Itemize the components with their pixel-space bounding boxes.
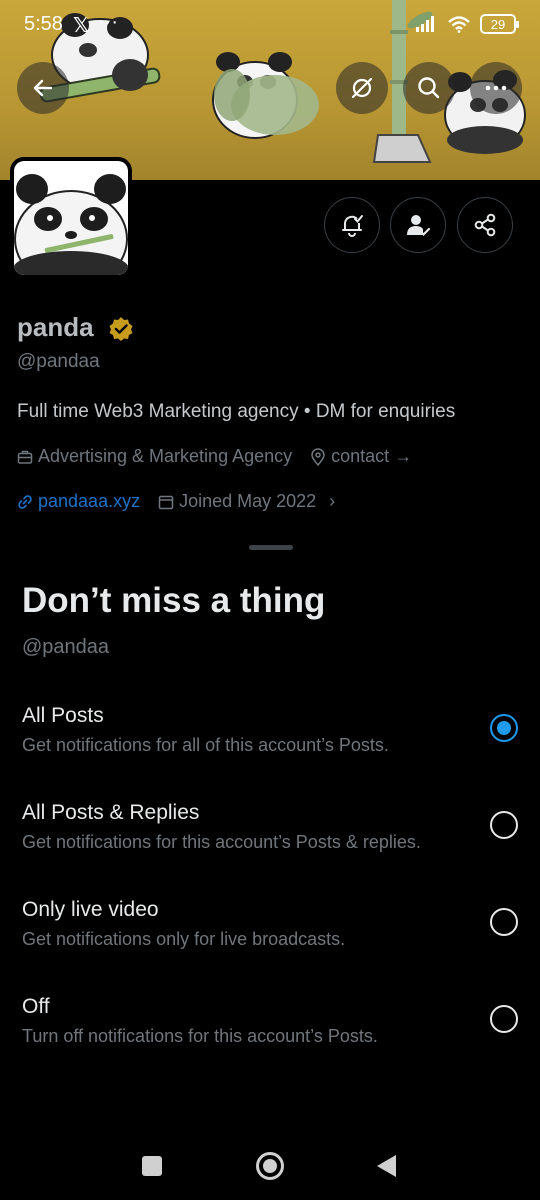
option-title: All Posts & Replies: [22, 801, 200, 824]
status-icons: 29: [416, 14, 519, 34]
arrow-right-icon: →: [394, 446, 413, 466]
verified-badge-icon: [109, 317, 133, 341]
option-all-posts-replies[interactable]: All Posts & Replies Get notifications fo…: [0, 801, 540, 891]
option-description: Get notifications only for live broadcas…: [22, 929, 346, 949]
sheet-handle: @pandaa: [22, 636, 110, 658]
avatar[interactable]: [10, 157, 132, 279]
display-name: panda: [17, 312, 94, 342]
search-icon: [418, 77, 440, 99]
battery-level: 29: [490, 16, 506, 32]
following-button[interactable]: [390, 197, 446, 253]
arrow-left-icon: [33, 79, 53, 97]
share-icon: [474, 213, 496, 237]
grok-button[interactable]: [336, 62, 388, 114]
option-off[interactable]: Off Turn off notifications for this acco…: [0, 995, 540, 1085]
calendar-icon: [158, 495, 174, 509]
home-button[interactable]: [256, 1152, 284, 1180]
search-button[interactable]: [403, 62, 455, 114]
wifi-icon: [448, 15, 470, 33]
option-description: Turn off notifications for this account’…: [22, 1026, 378, 1046]
more-button[interactable]: [470, 62, 522, 114]
profile-bio: Full time Web3 Marketing agency • DM for…: [17, 401, 456, 422]
website-link[interactable]: pandaaa.xyz: [17, 491, 140, 512]
joined-label: Joined May 2022: [179, 491, 317, 511]
radio-button[interactable]: [490, 908, 518, 936]
battery-icon: 29: [480, 14, 519, 34]
joined-date[interactable]: Joined May 2022 ›: [158, 491, 335, 512]
sheet-title: Don’t miss a thing: [22, 581, 326, 620]
profile-handle: @pandaa: [17, 351, 100, 372]
avatar-image: [14, 161, 128, 275]
option-title: All Posts: [22, 704, 104, 727]
radio-button[interactable]: [490, 811, 518, 839]
option-description: Get notifications for all of this accoun…: [22, 735, 389, 755]
x-logo-icon: 𝕏: [73, 15, 90, 37]
more-notifications-icon: ···: [98, 11, 118, 33]
location-link[interactable]: contact →: [310, 446, 412, 467]
profile-meta-row: Advertising & Marketing Agency contact →: [17, 446, 430, 467]
notification-settings-sheet: Don’t miss a thing @pandaa All Posts Get…: [0, 531, 540, 1200]
more-horizontal-icon: [485, 85, 507, 91]
chevron-right-icon: ›: [329, 491, 336, 511]
signal-icon: [416, 16, 434, 32]
share-button[interactable]: [457, 197, 513, 253]
system-navigation-bar: [0, 1130, 540, 1200]
option-description: Get notifications for this account’s Pos…: [22, 832, 421, 852]
website-label: pandaaa.xyz: [38, 491, 141, 511]
option-only-live-video[interactable]: Only live video Get notifications only f…: [0, 898, 540, 988]
status-time: 5:58: [24, 13, 63, 35]
location-pin-icon: [311, 447, 325, 466]
briefcase-icon: [17, 450, 33, 464]
option-title: Only live video: [22, 898, 159, 921]
category: Advertising & Marketing Agency: [17, 446, 292, 467]
profile-meta-row-2: pandaaa.xyz Joined May 2022 ›: [17, 491, 353, 512]
category-label: Advertising & Marketing Agency: [38, 446, 293, 466]
location-label: contact: [331, 446, 390, 466]
status-bar: 5:58 𝕏 ··· 29: [0, 0, 540, 48]
link-icon: [18, 494, 32, 509]
system-back-button[interactable]: [377, 1155, 396, 1177]
profile-banner[interactable]: 5:58 𝕏 ··· 29: [0, 0, 540, 180]
recent-apps-button[interactable]: [142, 1156, 162, 1176]
back-button[interactable]: [17, 62, 69, 114]
bell-check-icon: [342, 215, 363, 237]
radio-button[interactable]: [490, 1005, 518, 1033]
sheet-drag-handle[interactable]: [249, 545, 293, 550]
option-all-posts[interactable]: All Posts Get notifications for all of t…: [0, 704, 540, 794]
option-title: Off: [22, 995, 50, 1018]
grok-icon: [351, 77, 373, 99]
radio-button[interactable]: [490, 714, 518, 742]
notifications-button[interactable]: [324, 197, 380, 253]
person-check-icon: [407, 215, 431, 237]
